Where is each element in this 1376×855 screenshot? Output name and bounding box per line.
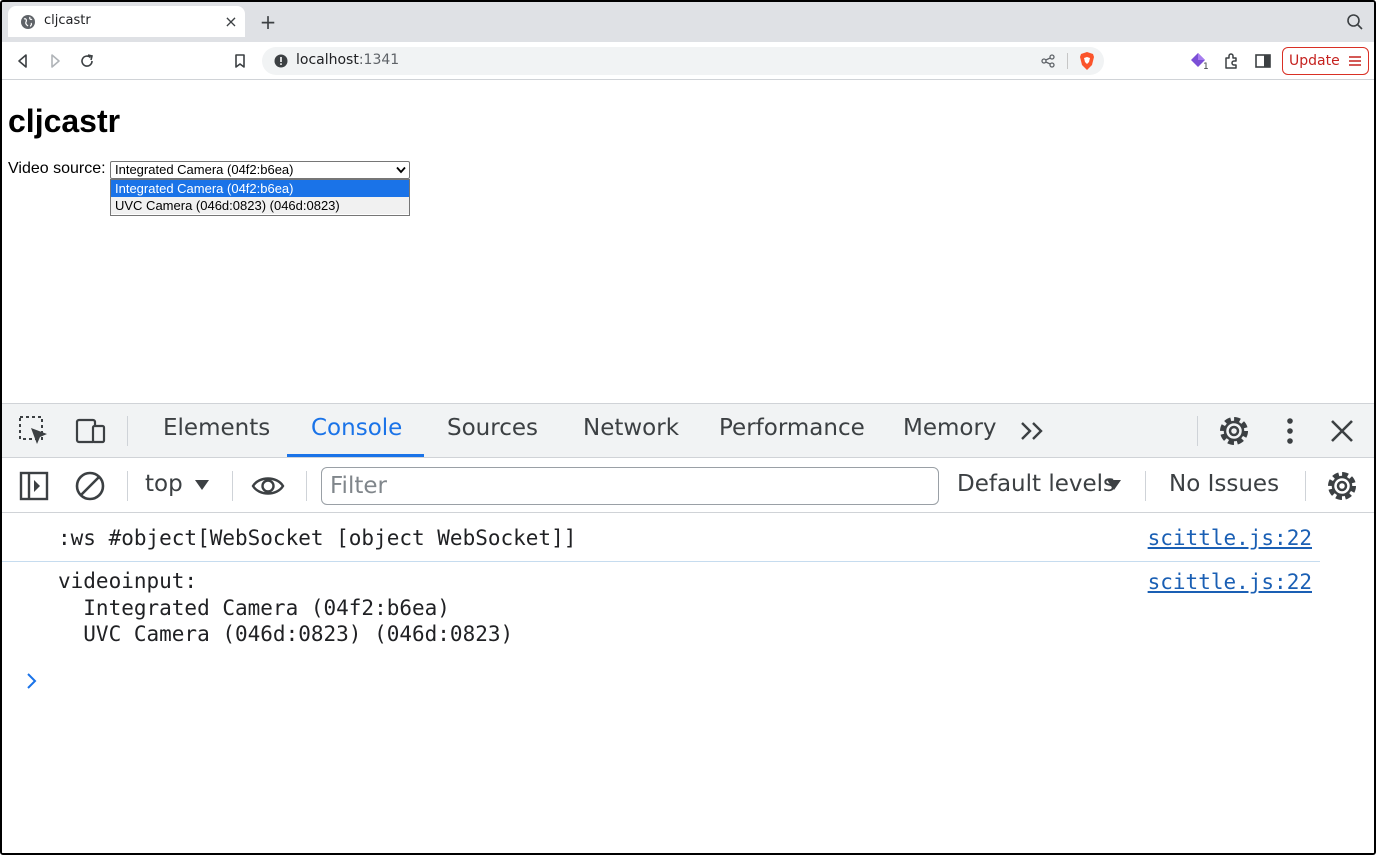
forward-icon[interactable] [45, 51, 65, 71]
more-tabs-icon[interactable] [1016, 414, 1050, 448]
browser-window: cljcastr × + localhost:1341 1 Update clj… [0, 0, 1376, 855]
chevron-down-icon [195, 480, 209, 490]
option-uvc-camera[interactable]: UVC Camera (046d:0823) (046d:0823) [111, 197, 409, 214]
console-message: videoinput: Integrated Camera (04f2:b6ea… [2, 569, 1320, 652]
issues-button[interactable]: No Issues [1169, 471, 1279, 497]
inspect-element-icon[interactable] [17, 414, 51, 448]
filter-box [321, 467, 939, 505]
update-label: Update [1289, 53, 1340, 69]
console-source-link[interactable]: scittle.js:22 [1148, 570, 1312, 594]
share-icon[interactable] [1040, 53, 1056, 69]
context-selector[interactable]: top [145, 471, 183, 497]
browser-toolbar: localhost:1341 1 Update [2, 42, 1374, 80]
new-tab-button[interactable]: + [257, 10, 279, 34]
tab-sources[interactable]: Sources [447, 415, 538, 441]
option-integrated-camera[interactable]: Integrated Camera (04f2:b6ea) [111, 180, 409, 197]
console-output: :ws #object[WebSocket [object WebSocket]… [2, 514, 1374, 853]
url-text: localhost:1341 [296, 52, 400, 68]
console-message-text: :ws #object[WebSocket [object WebSocket]… [58, 526, 577, 550]
globe-icon [21, 15, 35, 29]
console-message-text: videoinput: Integrated Camera (04f2:b6ea… [58, 569, 514, 646]
toolbar-divider [1305, 471, 1306, 501]
tab-elements[interactable]: Elements [163, 415, 270, 441]
hamburger-menu-icon [1349, 56, 1361, 66]
kebab-menu-icon[interactable] [1273, 414, 1307, 448]
console-source-link[interactable]: scittle.js:22 [1148, 526, 1312, 550]
close-tab-icon[interactable]: × [222, 12, 240, 31]
brave-shields-icon[interactable] [1077, 51, 1097, 71]
chevron-down-icon [396, 166, 406, 174]
clear-console-icon[interactable] [73, 469, 107, 503]
omnibox-divider [1067, 53, 1068, 69]
web-page: cljcastr Video source: Integrated Camera… [2, 81, 1374, 403]
console-toolbar: top Default levels No Issues [2, 459, 1374, 513]
show-sidebar-icon[interactable] [17, 469, 51, 503]
reload-icon[interactable] [77, 51, 97, 71]
site-info-icon[interactable] [274, 54, 288, 68]
tab-performance[interactable]: Performance [719, 415, 865, 441]
toolbar-divider [127, 471, 128, 501]
tab-console[interactable]: Console [311, 415, 402, 441]
toolbar-divider [306, 471, 307, 501]
filter-input[interactable] [322, 468, 938, 504]
devtools-tab-bar: Elements Console Sources Network Perform… [2, 404, 1374, 458]
toolbar-divider [1145, 471, 1146, 501]
video-source-label: Video source: [8, 160, 106, 177]
page-title: cljcastr [8, 103, 121, 139]
bookmark-icon[interactable] [230, 51, 250, 71]
console-message: :ws #object[WebSocket [object WebSocket]… [2, 526, 1320, 562]
update-button[interactable]: Update [1282, 47, 1369, 75]
active-tab-indicator [287, 454, 424, 457]
default-levels-dropdown[interactable]: Default levels [957, 471, 1115, 497]
tab-strip: cljcastr × + [2, 2, 1374, 42]
console-prompt-chevron-icon[interactable] [24, 671, 40, 691]
extensions-puzzle-icon[interactable] [1221, 51, 1241, 71]
tab-title: cljcastr [44, 13, 91, 28]
chevron-down-icon [1107, 480, 1121, 490]
extension-badge: 1 [1203, 62, 1209, 72]
devtools-divider [1197, 416, 1198, 446]
back-icon[interactable] [13, 51, 33, 71]
console-settings-gear-icon[interactable] [1325, 469, 1359, 503]
selected-source: Integrated Camera (04f2:b6ea) [115, 162, 294, 177]
close-devtools-icon[interactable] [1325, 414, 1359, 448]
devtools-panel: Elements Console Sources Network Perform… [2, 403, 1374, 853]
settings-gear-icon[interactable] [1217, 414, 1251, 448]
toolbar-divider [232, 471, 233, 501]
live-expression-eye-icon[interactable] [251, 469, 285, 503]
tab-network[interactable]: Network [583, 415, 679, 441]
browser-tab[interactable]: cljcastr × [8, 6, 245, 37]
address-bar[interactable]: localhost:1341 [262, 47, 1104, 75]
devtools-divider [127, 416, 128, 446]
video-source-select[interactable]: Integrated Camera (04f2:b6ea) [110, 161, 410, 179]
video-source-options: Integrated Camera (04f2:b6ea) UVC Camera… [110, 179, 410, 216]
tab-search-icon[interactable] [1345, 12, 1365, 32]
tab-memory[interactable]: Memory [903, 415, 997, 441]
device-toolbar-icon[interactable] [73, 414, 107, 448]
sidebar-icon[interactable] [1253, 51, 1273, 71]
